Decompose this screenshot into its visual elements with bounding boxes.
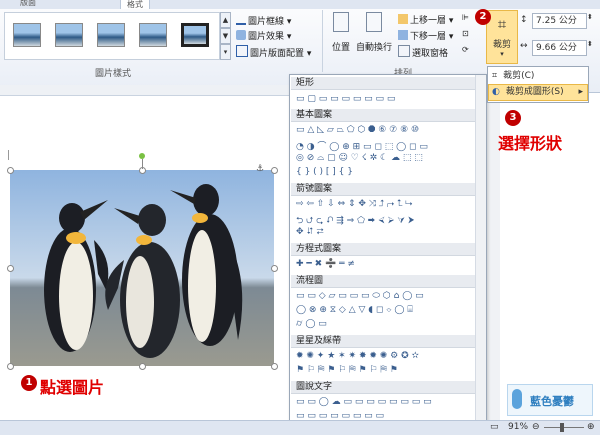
style-thumb-1[interactable]: [13, 23, 41, 47]
shape-row-flow-1[interactable]: ▭ ▭ ◇ ▱ ▭ ▭ ▭ ⬭ ⬡ ⌂ ◯ ▭: [296, 291, 424, 301]
status-bar: ▭ 91% ⊖ ⊕: [0, 420, 600, 435]
step-1-badge: 1: [21, 375, 37, 391]
zoom-out-icon[interactable]: ⊖: [532, 422, 540, 432]
ribbon-tab-strip: 版面 格式: [0, 0, 600, 9]
shape-row-flow-3[interactable]: ⌭ ◯ ▭: [296, 319, 327, 329]
wrap-text-icon: [366, 12, 382, 32]
style-thumb-5[interactable]: [181, 23, 209, 47]
zoom-slider-thumb[interactable]: [560, 423, 564, 432]
bring-forward-icon: [398, 14, 408, 24]
section-rectangles: 矩形: [291, 77, 478, 90]
gallery-more-icon[interactable]: ▾: [220, 44, 231, 60]
submenu-arrow-icon: ▸: [578, 87, 583, 97]
shapes-panel-scrollbar[interactable]: [475, 75, 486, 425]
section-stars-banners: 星星及綵帶: [291, 335, 478, 348]
send-backward-button[interactable]: 下移一層 ▾: [398, 29, 453, 42]
resize-handle[interactable]: [7, 265, 14, 272]
penguin-picture[interactable]: [10, 170, 274, 366]
wrap-text-button[interactable]: 自動換行: [356, 12, 392, 53]
rotate-icon[interactable]: ⟳: [462, 45, 469, 54]
width-spinner-icon[interactable]: ⬍: [587, 40, 593, 48]
shape-row-stars-2[interactable]: ⚑ ⚐ ⛿ ⚑ ⚐ ⛿ ⚑ ⚐ ⛿ ⚑: [296, 365, 398, 375]
gallery-up-icon[interactable]: ▲: [220, 12, 231, 28]
view-icon[interactable]: ▭: [490, 422, 499, 432]
height-input[interactable]: 7.25 公分: [532, 13, 587, 29]
pen-icon: [236, 13, 246, 25]
align-icon[interactable]: ⊫: [462, 13, 469, 22]
penguin-image: [10, 170, 274, 366]
step-3-badge: 3: [505, 110, 521, 126]
resize-handle[interactable]: [139, 363, 146, 370]
resize-handle[interactable]: [7, 363, 14, 370]
resize-handle[interactable]: [271, 167, 278, 174]
step-3-text: 選擇形狀: [498, 134, 563, 153]
section-flowchart: 流程圖: [291, 275, 478, 288]
resize-handle[interactable]: [271, 363, 278, 370]
selection-pane-icon: [398, 45, 410, 57]
rotate-handle-stem: [142, 159, 143, 169]
zoom-in-icon[interactable]: ⊕: [587, 422, 595, 432]
width-input[interactable]: 9.66 公分: [532, 40, 587, 56]
shape-row-callouts-1[interactable]: ▭ ▭ ◯ ☁ ▭ ▭ ▭ ▭ ▭ ▭ ▭ ▭: [296, 397, 432, 407]
style-thumb-2[interactable]: [55, 23, 83, 47]
picture-border-button[interactable]: 圖片框線 ▾: [236, 13, 291, 27]
crop-icon: ⌗: [497, 15, 507, 33]
send-backward-icon: [398, 30, 408, 40]
zoom-slider[interactable]: [544, 427, 584, 428]
text-cursor: [8, 150, 9, 160]
bring-forward-button[interactable]: 上移一層 ▾: [398, 13, 453, 26]
crop-icon: ⌗: [492, 71, 498, 81]
resize-handle[interactable]: [271, 265, 278, 272]
shapes-gallery-panel[interactable]: 矩形 ▭ ▢ ▭ ▭ ▭ ▭ ▭ ▭ ▭ 基本圖案 ▭ △ ◺ ▱ ⏢ ⬠ ⬡ …: [289, 74, 487, 426]
shape-row-arrows-3[interactable]: ✥ ⮃ ⮂: [296, 227, 324, 237]
shape-row-basic-3[interactable]: ◎ ⊘ ⌓ ▢ ☺ ♡ ☇ ✲ ☾ ☁ ⬚ ⬚: [296, 153, 423, 163]
height-spinner-icon[interactable]: ⬍: [587, 13, 593, 21]
width-label-icon: ↔: [520, 41, 528, 51]
shape-row-rectangles[interactable]: ▭ ▢ ▭ ▭ ▭ ▭ ▭ ▭ ▭: [296, 94, 395, 104]
section-equation-shapes: 方程式圖案: [291, 243, 478, 256]
shape-row-basic-2[interactable]: ◔ ◑ ⌒ ◯ ⊕ ⊞ ▭ ◻ ⬚ ◯ ◻ ▭: [296, 139, 428, 152]
group-icon[interactable]: ⊡: [462, 29, 469, 38]
position-button[interactable]: 位置: [328, 12, 354, 53]
section-basic-shapes: 基本圖案: [291, 109, 478, 122]
effects-icon: [236, 30, 246, 40]
picture-layout-button[interactable]: 圖片版面配置 ▾: [236, 45, 311, 59]
watermark-logo: 藍色憂鬱: [507, 384, 593, 416]
zoom-level[interactable]: 91%: [508, 422, 528, 432]
gallery-down-icon[interactable]: ▼: [220, 28, 231, 44]
tab-layout[interactable]: 版面: [20, 0, 36, 8]
shape-row-stars-1[interactable]: ✹ ✺ ✦ ★ ✶ ✷ ✸ ✹ ✺ ⚙ ✪ ✫: [296, 351, 419, 361]
layout-icon: [236, 45, 248, 57]
group-separator: [322, 10, 323, 72]
group-label-picture-styles: 圖片樣式: [95, 69, 132, 79]
shape-row-flow-2[interactable]: ◯ ⊗ ⊕ ⧖ ◇ △ ▽ ◖ ◻ ⌔ ◯ ⌸: [296, 305, 413, 315]
shape-icon: ◐: [492, 87, 500, 97]
watermark-figure-icon: [512, 389, 522, 409]
anchor-icon: ⚓: [256, 164, 265, 174]
step-1-text: 點選圖片: [40, 378, 105, 397]
shape-row-arrows-1[interactable]: ⇨ ⇦ ⇧ ⇩ ⇔ ⇕ ✥ ⤨ ⮥ ⮣ ⮤ ⮡: [296, 199, 412, 209]
height-label-icon: ↕: [520, 15, 528, 25]
menu-item-crop-to-shape[interactable]: ◐ 裁剪成圖形(S) ▸: [488, 84, 588, 101]
crop-dropdown-menu: ⌗ 裁剪(C) ◐ 裁剪成圖形(S) ▸: [487, 66, 589, 103]
style-thumb-3[interactable]: [97, 23, 125, 47]
menu-item-crop[interactable]: ⌗ 裁剪(C): [488, 69, 588, 84]
picture-effects-button[interactable]: 圖片效果 ▾: [236, 29, 291, 42]
section-block-arrows: 箭號圖案: [291, 183, 478, 196]
selection-pane-button[interactable]: 選取窗格: [398, 45, 448, 59]
picture-style-gallery[interactable]: [4, 12, 220, 60]
shape-row-equation[interactable]: ✚ ━ ✖ ➗ ═ ≠: [296, 259, 355, 269]
style-thumb-4[interactable]: [139, 23, 167, 47]
step-2-badge: 2: [475, 9, 491, 25]
section-callouts: 圖說文字: [291, 381, 478, 394]
shape-row-basic-1[interactable]: ▭ △ ◺ ▱ ⏢ ⬠ ⬡ ⯃ ⑥ ⑦ ⑧ ⑩: [296, 125, 419, 135]
resize-handle[interactable]: [7, 167, 14, 174]
tab-format[interactable]: 格式: [120, 0, 150, 9]
position-icon: [333, 12, 349, 32]
shape-row-basic-4[interactable]: { } ( ) [ ] { }: [296, 167, 353, 177]
